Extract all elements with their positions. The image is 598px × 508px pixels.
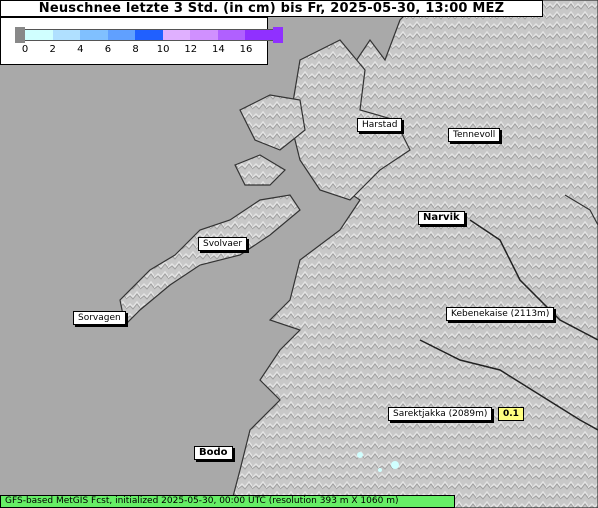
legend-swatch (217, 29, 245, 41)
legend-tick-label: 12 (184, 44, 198, 55)
legend-swatch (162, 29, 190, 41)
place-label: Sorvagen (73, 311, 126, 325)
legend-swatch (52, 29, 80, 41)
forecast-footer: GFS-based MetGIS Fcst, initialized 2025-… (0, 495, 455, 508)
legend-tick-label: 10 (156, 44, 170, 55)
snow-patch (378, 468, 382, 472)
legend-tick-label: 2 (49, 44, 56, 55)
legend-tick-label: 14 (212, 44, 225, 55)
map-area[interactable] (0, 0, 598, 508)
map-title: Neuschnee letzte 3 Std. (in cm) bis Fr, … (0, 0, 543, 17)
legend-tick-label: 16 (239, 44, 253, 55)
place-label: Harstad (357, 118, 403, 132)
legend-swatch (135, 29, 163, 41)
legend-endcap-high (272, 27, 283, 43)
legend: 0 2 4 6 8 10 12 14 16 (0, 17, 283, 65)
legend-tick-label: 6 (104, 44, 112, 55)
legend-tick-label: 0 (21, 44, 29, 55)
legend-color-bar (15, 27, 283, 43)
place-label: Sarektjakka (2089m) (388, 407, 493, 421)
place-label: Tennevoll (448, 128, 501, 142)
snow-patch (357, 452, 363, 458)
legend-ticks: 0 2 4 6 8 10 12 14 16 (1, 44, 269, 58)
legend-swatch (25, 29, 53, 41)
legend-swatch (107, 29, 135, 41)
legend-swatch (190, 29, 218, 41)
point-value-badge: 0.1 (498, 407, 524, 421)
legend-endcap-low (15, 27, 25, 43)
snow-patch (391, 461, 399, 469)
legend-swatch (245, 29, 273, 41)
place-label: Svolvaer (198, 237, 248, 251)
place-label: Bodo (194, 446, 233, 460)
legend-tick-label: 4 (77, 44, 84, 55)
terrain-map (0, 0, 598, 508)
legend-tick-label: 8 (132, 44, 139, 55)
legend-swatch (80, 29, 108, 41)
place-label: Kebenekaise (2113m) (446, 307, 555, 321)
place-label: Narvik (418, 211, 465, 225)
